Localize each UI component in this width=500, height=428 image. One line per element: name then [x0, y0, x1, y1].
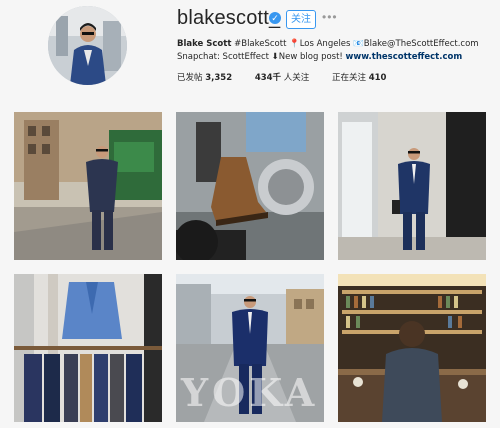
stat-followers-value: 434千 [254, 73, 282, 83]
profile-bio: Blake Scott #BlakeScott 📍Los Angeles 📧Bl… [177, 38, 492, 64]
stat-following-value: 410 [368, 73, 387, 83]
profile-stats: 已发帖 3,352 434千 人关注 正在关注 410 [177, 71, 406, 83]
more-options-icon[interactable]: ••• [322, 10, 338, 24]
stat-followers-label: 人关注 [283, 73, 310, 83]
stat-posts-label: 已发帖 [177, 73, 203, 83]
follow-button[interactable]: 关注 [286, 10, 316, 29]
stat-posts[interactable]: 已发帖 3,352 [177, 71, 232, 83]
display-name: Blake Scott [177, 39, 232, 49]
username: blakescott_ [177, 7, 281, 29]
verified-icon: ✓ [269, 12, 281, 24]
stat-following-label: 正在关注 [331, 73, 366, 83]
avatar[interactable] [48, 6, 127, 85]
stat-posts-value: 3,352 [205, 73, 233, 83]
post-street-suit[interactable] [14, 112, 162, 260]
post-storefront-suit[interactable] [338, 112, 486, 260]
watermark: YOKA [181, 370, 319, 415]
post-bar-interior[interactable] [338, 274, 486, 422]
post-jacket-rack[interactable] [14, 274, 162, 422]
stat-followers[interactable]: 434千 人关注 [255, 71, 309, 83]
profile-header: blakescott_ ✓ 关注 ••• Blake Scott #BlakeS… [0, 0, 500, 105]
stat-following[interactable]: 正在关注 410 [332, 71, 386, 83]
post-motorcycle-boots[interactable] [176, 112, 324, 260]
bio-link[interactable]: www.thescotteffect.com [346, 52, 463, 62]
